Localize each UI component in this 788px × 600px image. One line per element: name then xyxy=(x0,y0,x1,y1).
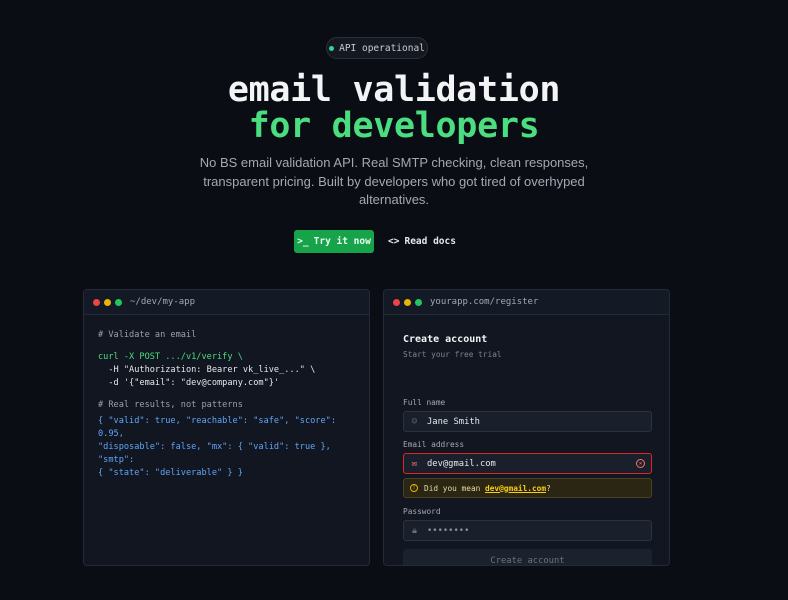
terminal-path: ~/dev/my-app xyxy=(130,297,196,307)
mail-icon: ✉ xyxy=(411,458,418,469)
form-heading: Create account xyxy=(403,334,488,345)
email-value: dev@gmail.com xyxy=(427,458,496,469)
browser-titlebar: yourapp.com/register xyxy=(384,290,669,315)
code-json: "disposable": false, "mx": { "valid": tr… xyxy=(98,442,331,465)
signup-form: Create account Start your free trial Ful… xyxy=(384,315,669,565)
password-field[interactable]: 🔒︎ •••••••• xyxy=(403,520,652,541)
hero-subtitle: No BS email validation API. Real SMTP ch… xyxy=(199,155,589,207)
hero-title-line1: email validation xyxy=(227,70,561,110)
status-badge-label: API operational xyxy=(339,42,425,54)
form-subheading: Start your free trial xyxy=(403,350,502,359)
password-value: •••••••• xyxy=(427,525,470,536)
error-icon: ✕ xyxy=(636,459,645,468)
read-docs-button[interactable]: <> Read docs xyxy=(386,230,458,253)
terminal-code: # Validate an email curl -X POST .../v1/… xyxy=(84,315,369,494)
maximize-dot-icon xyxy=(115,298,122,306)
terminal-panel: ~/dev/my-app # Validate an email curl -X… xyxy=(83,289,370,566)
terminal-prompt-icon: >_ xyxy=(297,236,309,247)
try-it-now-button[interactable]: >_ Try it now xyxy=(294,230,374,253)
status-dot-icon xyxy=(329,45,335,51)
info-icon: ! xyxy=(410,484,418,492)
code-json: { "valid": true, "reachable": "safe", "s… xyxy=(98,416,336,439)
hero-title-line2: for developers xyxy=(248,106,540,146)
code-comment: # Validate an email xyxy=(98,330,197,340)
create-account-button[interactable]: Create account xyxy=(403,549,652,565)
minimize-dot-icon xyxy=(104,298,111,306)
code-command: curl -X POST .../v1/verify \ xyxy=(98,352,243,362)
try-it-now-label: Try it now xyxy=(313,236,371,247)
code-line: -H "Authorization: Bearer vk_live_..." \ xyxy=(98,365,316,375)
status-badge: API operational xyxy=(326,37,428,59)
email-field[interactable]: ✉ dev@gmail.com ✕ xyxy=(403,453,652,474)
code-line: -d '{"email": "dev@company.com"}' xyxy=(98,378,280,388)
suggestion-prefix: Did you mean xyxy=(424,483,486,493)
browser-url: yourapp.com/register xyxy=(430,297,539,307)
close-dot-icon xyxy=(93,298,100,306)
terminal-titlebar: ~/dev/my-app xyxy=(84,290,369,315)
code-brackets-icon: <> xyxy=(388,236,400,247)
signup-preview-panel: yourapp.com/register Create account Star… xyxy=(383,289,670,566)
fullname-value: Jane Smith xyxy=(427,416,480,427)
fullname-label: Full name xyxy=(403,398,446,407)
suggestion-link[interactable]: dev@gmail.com xyxy=(485,484,546,493)
email-label: Email address xyxy=(403,440,465,449)
read-docs-label: Read docs xyxy=(404,236,456,247)
user-icon: ☺ xyxy=(411,416,418,427)
password-label: Password xyxy=(403,507,441,516)
fullname-field[interactable]: ☺ Jane Smith xyxy=(403,411,652,432)
email-suggestion: ! Did you mean dev@gmail.com? xyxy=(403,478,652,498)
maximize-dot-icon xyxy=(415,298,422,306)
code-comment: # Real results, not patterns xyxy=(98,400,243,410)
close-dot-icon xyxy=(393,298,400,306)
minimize-dot-icon xyxy=(404,298,411,306)
lock-icon: 🔒︎ xyxy=(412,525,417,536)
code-json: { "state": "deliverable" } } xyxy=(98,468,243,478)
suggestion-suffix: ? xyxy=(546,483,551,493)
